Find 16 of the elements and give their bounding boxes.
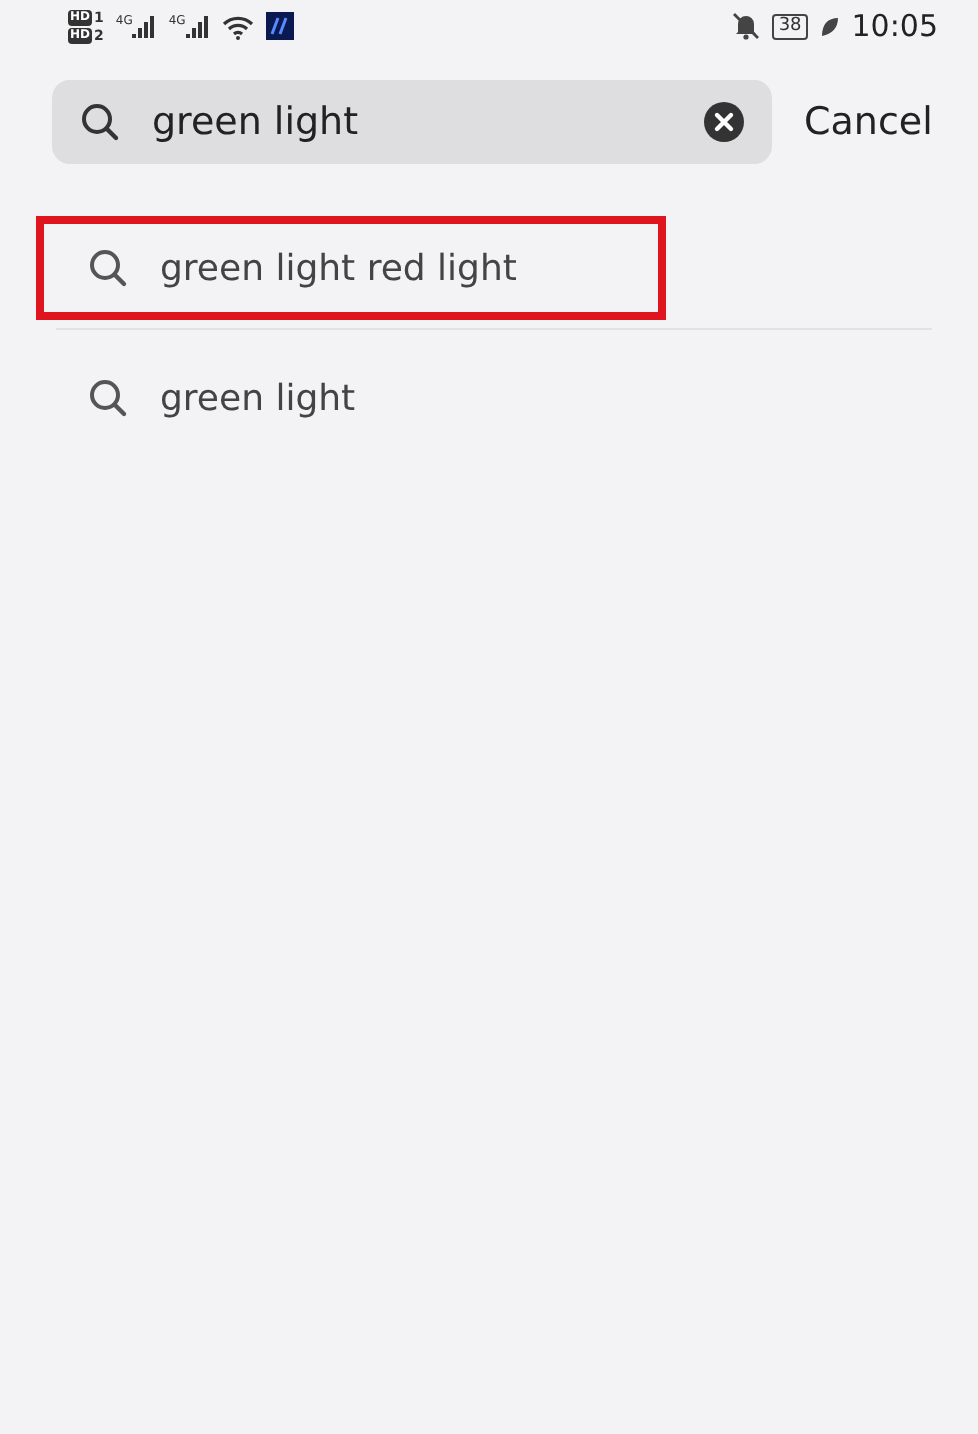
- signal-icon: [185, 14, 210, 38]
- suggestion-item[interactable]: green light: [36, 346, 666, 450]
- muted-bell-icon: [732, 12, 761, 40]
- search-icon: [80, 102, 120, 142]
- suggestion-item[interactable]: green light red light: [36, 216, 666, 320]
- cancel-button[interactable]: Cancel: [804, 100, 933, 144]
- app-icon: [265, 12, 294, 40]
- wifi-icon: [221, 13, 254, 39]
- search-icon: [88, 378, 128, 418]
- clock-time: 10:05: [851, 8, 938, 44]
- battery-level: 38: [772, 13, 808, 39]
- signal-icon: [132, 14, 157, 38]
- leaf-icon: [819, 15, 840, 37]
- search-field[interactable]: green light: [52, 80, 772, 164]
- clear-icon[interactable]: [704, 102, 744, 142]
- search-icon: [88, 248, 128, 288]
